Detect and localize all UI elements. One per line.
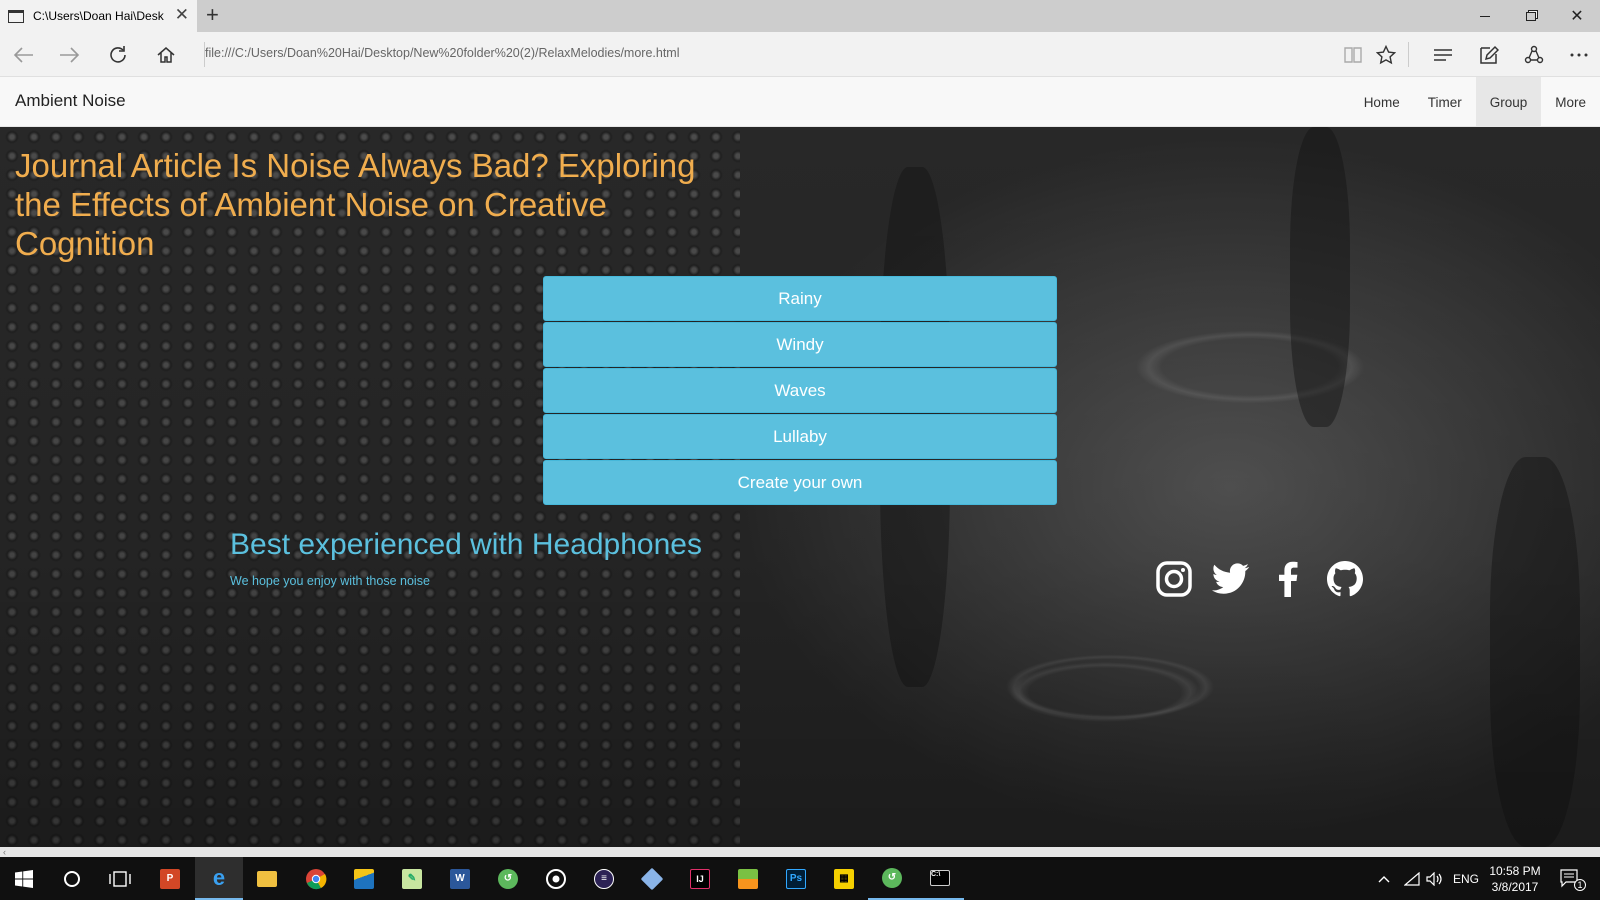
nav-link-home[interactable]: Home [1350, 77, 1414, 127]
photoshop-app-icon[interactable]: Ps [772, 857, 820, 900]
refresh-icon[interactable] [103, 40, 133, 70]
back-icon[interactable] [8, 40, 38, 70]
instagram-icon[interactable] [1155, 560, 1193, 598]
windows-taskbar: P e ✎ W ↺ ≡ IJ Ps ▦ ↺ C:\ ENG 10:58 PM 3… [0, 857, 1600, 900]
horizontal-scrollbar[interactable]: ‹ [0, 847, 1600, 857]
nav-link-timer[interactable]: Timer [1414, 77, 1476, 127]
file-explorer-icon[interactable] [243, 857, 291, 900]
language-indicator[interactable]: ENG [1453, 857, 1479, 900]
chrome-app-icon[interactable] [292, 857, 340, 900]
tab-title: C:\Users\Doan Hai\Desk [33, 9, 164, 23]
powerpoint-app-icon[interactable]: P [146, 857, 194, 900]
new-tab-button[interactable]: + [206, 3, 219, 27]
scroll-left-arrow-icon[interactable]: ‹ [3, 847, 6, 857]
show-hidden-icons-icon[interactable] [1378, 857, 1390, 900]
page-icon [8, 9, 24, 23]
headphones-headline: Best experienced with Headphones [230, 528, 702, 561]
layers-app-icon[interactable] [724, 857, 772, 900]
close-tab-icon[interactable]: ✕ [175, 6, 189, 24]
close-window-button[interactable]: ✕ [1554, 0, 1600, 32]
sound-button-windy[interactable]: Windy [543, 322, 1057, 367]
nav-link-more[interactable]: More [1541, 77, 1600, 127]
twitter-icon[interactable] [1212, 560, 1250, 598]
nav-link-group[interactable]: Group [1475, 77, 1542, 127]
clock[interactable]: 10:58 PM 3/8/2017 [1480, 863, 1550, 895]
create-your-own-button[interactable]: Create your own [543, 460, 1057, 505]
restore-button[interactable] [1508, 0, 1554, 32]
address-bar: file:///C:/Users/Doan%20Hai/Desktop/New%… [0, 32, 1600, 77]
forward-icon[interactable] [55, 40, 85, 70]
notification-count-badge: 1 [1574, 879, 1586, 891]
cube-app-icon[interactable] [628, 857, 676, 900]
wifi-icon[interactable] [1404, 857, 1420, 900]
sound-menu: Rainy Windy Waves Lullaby Create your ow… [543, 276, 1057, 506]
more-actions-icon[interactable] [1564, 40, 1594, 70]
favorite-star-icon[interactable] [1371, 40, 1401, 70]
toolbar-separator [1408, 42, 1409, 67]
share-icon[interactable] [1519, 40, 1549, 70]
web-note-icon[interactable] [1474, 40, 1504, 70]
clock-time: 10:58 PM [1489, 864, 1541, 878]
volume-icon[interactable] [1426, 857, 1444, 900]
tab-strip: C:\Users\Doan Hai\Desk ✕ + ✕ [0, 0, 1600, 32]
task-view-icon[interactable] [96, 857, 144, 900]
minimize-button[interactable] [1462, 0, 1508, 32]
home-icon[interactable] [151, 40, 181, 70]
eclipse-app-icon[interactable]: ≡ [580, 857, 628, 900]
facebook-icon[interactable] [1269, 560, 1307, 598]
sound-button-waves[interactable]: Waves [543, 368, 1057, 413]
search-cortana-icon[interactable] [48, 857, 96, 900]
clock-date: 3/8/2017 [1491, 880, 1539, 894]
site-brand[interactable]: Ambient Noise [15, 91, 126, 111]
social-links [1155, 560, 1383, 598]
article-title[interactable]: Journal Article Is Noise Always Bad? Exp… [15, 146, 745, 263]
sound-button-lullaby[interactable]: Lullaby [543, 414, 1057, 459]
url-field[interactable]: file:///C:/Users/Doan%20Hai/Desktop/New%… [205, 46, 680, 60]
media-player-icon[interactable] [532, 857, 580, 900]
reading-view-icon[interactable] [1338, 40, 1368, 70]
notepad-app-icon[interactable]: ✎ [388, 857, 436, 900]
headphones-subline: We hope you enjoy with those noise [230, 574, 430, 588]
word-app-icon[interactable]: W [436, 857, 484, 900]
browser-tab[interactable]: C:\Users\Doan Hai\Desk ✕ [0, 0, 197, 32]
command-prompt-icon[interactable]: C:\ [916, 857, 964, 900]
action-center-icon[interactable]: 1 [1560, 857, 1586, 900]
hub-icon[interactable] [1428, 40, 1458, 70]
site-navbar: Ambient Noise Home Timer Group More [0, 77, 1600, 127]
puzzle-app-icon[interactable]: ▦ [820, 857, 868, 900]
green-app-icon[interactable]: ↺ [484, 857, 532, 900]
sound-button-rainy[interactable]: Rainy [543, 276, 1057, 321]
edge-app-icon[interactable]: e [195, 857, 243, 900]
green-app-2-icon[interactable]: ↺ [868, 857, 916, 900]
azure-tool-icon[interactable] [340, 857, 388, 900]
nav-links: Home Timer Group More [1350, 77, 1600, 127]
intellij-app-icon[interactable]: IJ [676, 857, 724, 900]
github-icon[interactable] [1326, 560, 1364, 598]
start-button[interactable] [0, 857, 48, 900]
